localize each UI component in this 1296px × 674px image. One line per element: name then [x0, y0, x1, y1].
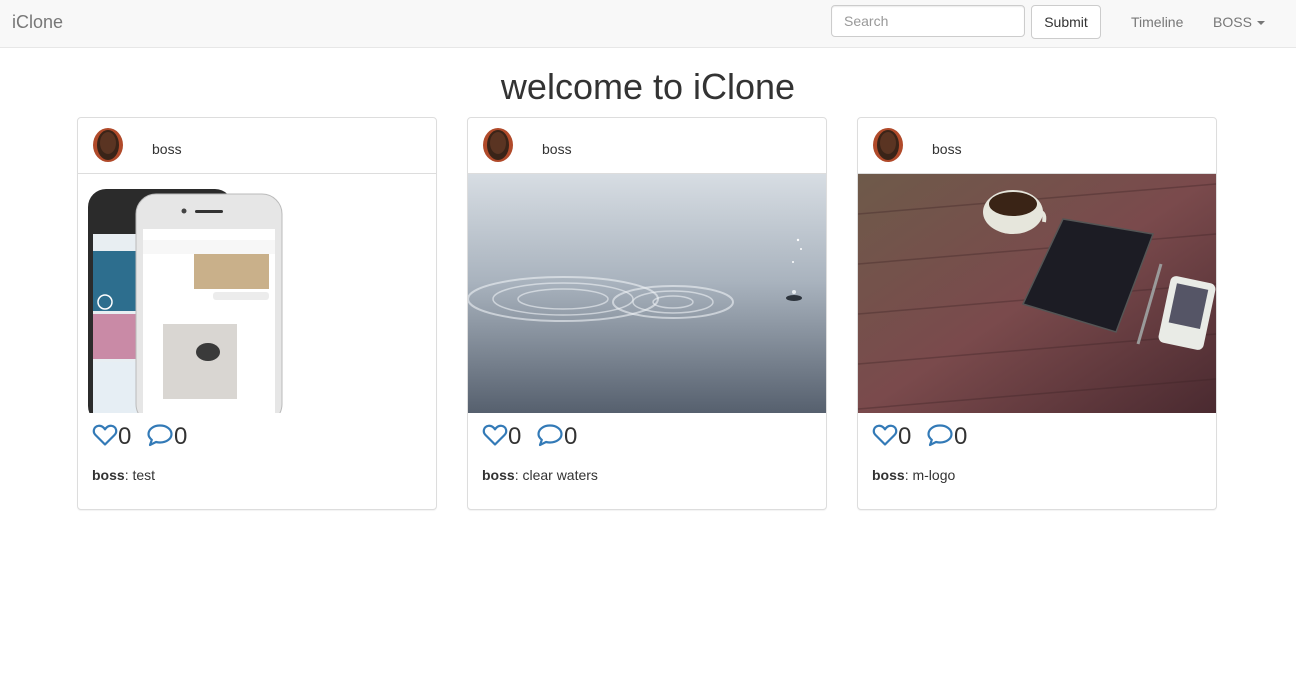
- search-input[interactable]: [831, 5, 1025, 37]
- heart-icon: [92, 424, 118, 446]
- caption-user[interactable]: boss: [92, 467, 125, 483]
- post-actions: 0 0: [92, 422, 195, 452]
- nav-timeline-link[interactable]: Timeline: [1131, 14, 1183, 30]
- submit-button[interactable]: Submit: [1031, 5, 1101, 39]
- post-actions: 0 0: [872, 422, 975, 452]
- post-image[interactable]: [858, 174, 1216, 413]
- post-header: boss: [78, 118, 436, 174]
- speech-bubble-icon: [147, 424, 173, 446]
- speech-bubble-icon: [537, 424, 563, 446]
- avatar[interactable]: [93, 128, 123, 162]
- caret-down-icon: [1256, 21, 1265, 26]
- post-caption: boss: test: [92, 467, 155, 483]
- caption-text: : clear waters: [514, 467, 598, 483]
- comment-button[interactable]: 0: [536, 423, 577, 451]
- like-button[interactable]: 0: [92, 423, 131, 451]
- caption-text: : test: [124, 467, 156, 483]
- post-header: boss: [858, 118, 1216, 174]
- page-title: welcome to iClone: [500, 66, 796, 107]
- user-menu-label: BOSS: [1213, 14, 1252, 30]
- heart-icon: [872, 424, 898, 446]
- post-author[interactable]: boss: [152, 141, 182, 157]
- like-count: 0: [508, 422, 522, 450]
- avatar[interactable]: [873, 128, 903, 162]
- avatar[interactable]: [483, 128, 513, 162]
- post-caption: boss: m-logo: [872, 467, 955, 483]
- caption-user[interactable]: boss: [482, 467, 515, 483]
- like-button[interactable]: 0: [872, 423, 911, 451]
- comment-button[interactable]: 0: [146, 423, 187, 451]
- user-menu-dropdown[interactable]: BOSS: [1213, 14, 1265, 30]
- like-count: 0: [118, 422, 132, 450]
- post-card: boss 0 0 boss: test: [77, 117, 437, 510]
- post-caption: boss: clear waters: [482, 467, 598, 483]
- post-card: boss: [857, 117, 1217, 510]
- brand-link[interactable]: iClone: [12, 12, 63, 33]
- speech-bubble-icon: [927, 424, 953, 446]
- post-actions: 0 0: [482, 422, 585, 452]
- caption-text: : m-logo: [904, 467, 956, 483]
- caption-user[interactable]: boss: [872, 467, 905, 483]
- post-image[interactable]: [468, 174, 826, 413]
- like-count: 0: [898, 422, 912, 450]
- comment-count: 0: [954, 422, 968, 450]
- comment-button[interactable]: 0: [926, 423, 967, 451]
- comment-count: 0: [174, 422, 188, 450]
- heart-icon: [482, 424, 508, 446]
- top-navbar: iClone Submit Timeline BOSS: [0, 0, 1296, 48]
- like-button[interactable]: 0: [482, 423, 521, 451]
- post-header: boss: [468, 118, 826, 174]
- comment-count: 0: [564, 422, 578, 450]
- post-author[interactable]: boss: [932, 141, 962, 157]
- post-card: boss: [467, 117, 827, 510]
- post-image[interactable]: [78, 174, 436, 413]
- post-author[interactable]: boss: [542, 141, 572, 157]
